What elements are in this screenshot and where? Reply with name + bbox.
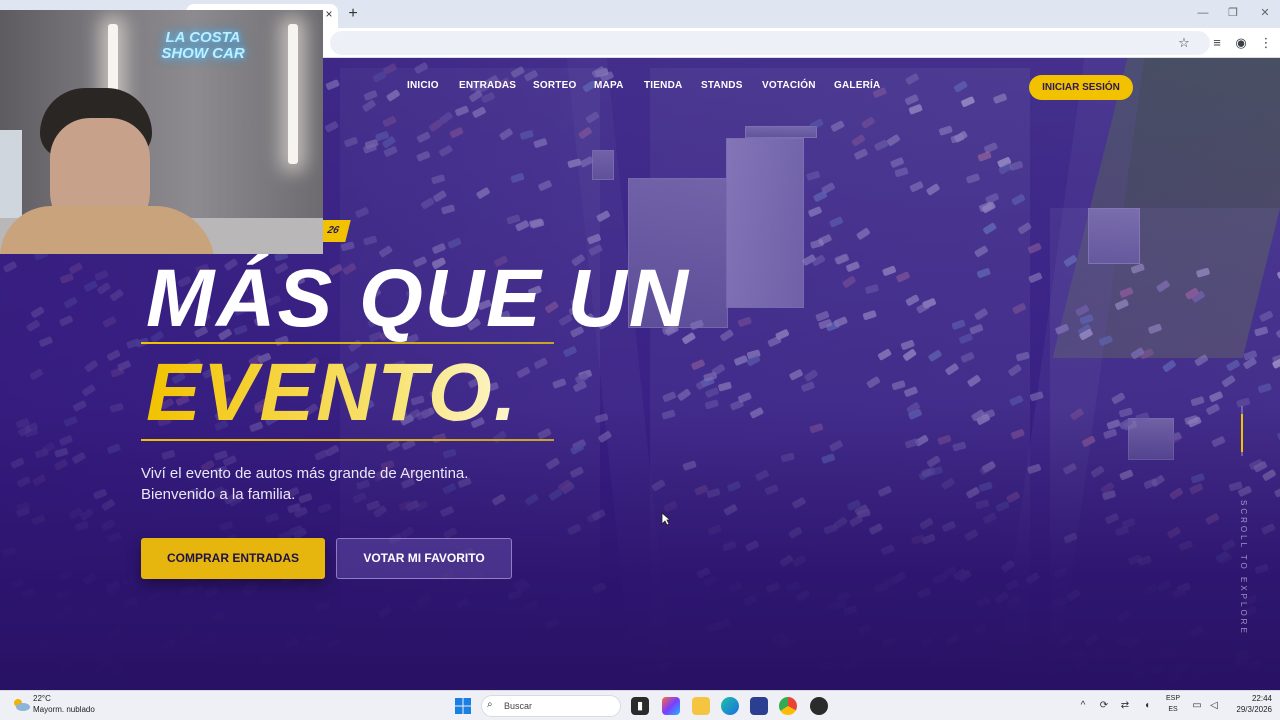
tray-chevron-icon[interactable]: ^	[1076, 699, 1090, 713]
buy-tickets-button[interactable]: COMPRAR ENTRADAS	[141, 538, 325, 579]
tray-display-icon[interactable]: ▭	[1190, 699, 1204, 713]
neon-sign-line-1: LA COSTA	[165, 29, 241, 46]
scroll-indicator-fill	[1241, 414, 1243, 452]
copilot-icon[interactable]	[662, 697, 680, 715]
nav-inicio[interactable]: INICIO	[407, 80, 441, 96]
nav-tienda[interactable]: TIENDA	[644, 80, 684, 96]
windows-start-icon[interactable]	[455, 698, 471, 714]
recording-app-icon[interactable]	[810, 697, 828, 715]
tray-mic-icon[interactable]: ◖	[1140, 699, 1154, 713]
store-icon[interactable]	[750, 697, 768, 715]
neon-sign: LA COSTA SHOW CAR	[148, 30, 258, 70]
minimize-icon[interactable]: —	[1196, 6, 1210, 20]
nav-galeria[interactable]: GALERÍA	[834, 80, 884, 96]
edge-browser-icon[interactable]	[721, 697, 739, 715]
clock-time[interactable]: 22:44	[1222, 694, 1272, 704]
bookmark-star-icon[interactable]: ☆	[1176, 35, 1192, 51]
subtitle-line-2: Bienvenido a la familia.	[141, 486, 296, 503]
media-control-icon[interactable]: ≡	[1209, 35, 1225, 51]
headline-underline-2	[141, 439, 554, 441]
windows-taskbar: 22°C Mayorm. nublado ⌕ Buscar ▮ ^ ⟳ ⇄ ◖ …	[0, 690, 1280, 720]
tray-sync-icon[interactable]: ⟳	[1097, 699, 1111, 713]
vote-favorite-button[interactable]: VOTAR MI FAVORITO	[336, 538, 512, 579]
close-window-icon[interactable]: ✕	[1258, 6, 1272, 20]
chrome-browser-icon[interactable]	[779, 697, 797, 715]
login-button[interactable]: INICIAR SESIÓN	[1029, 75, 1133, 100]
nav-entradas[interactable]: ENTRADAS	[459, 80, 516, 96]
task-view-icon[interactable]: ▮	[631, 697, 649, 715]
new-tab-button[interactable]: +	[344, 5, 362, 23]
nav-stands[interactable]: STANDS	[701, 80, 745, 96]
cloud-sun-icon[interactable]	[12, 698, 30, 712]
language-indicator-top[interactable]: ESP	[1163, 694, 1183, 704]
headline-underline-1	[141, 342, 554, 344]
subtitle-line-1: Viví el evento de autos más grande de Ar…	[141, 465, 469, 482]
clock-date[interactable]: 29/3/2026	[1222, 705, 1272, 715]
browser-menu-icon[interactable]: ⋮	[1258, 35, 1274, 51]
tab-close-icon[interactable]: ×	[322, 6, 336, 22]
headline-line-2: EVENTO.	[146, 350, 576, 436]
taskbar-search-label: Buscar	[504, 701, 533, 711]
nav-sorteo[interactable]: SORTEO	[533, 80, 577, 96]
search-icon: ⌕	[487, 699, 493, 710]
tray-volume-icon[interactable]: ◁	[1207, 699, 1221, 713]
file-explorer-icon[interactable]	[692, 697, 710, 715]
tray-network-icon[interactable]: ⇄	[1118, 699, 1132, 713]
address-bar[interactable]	[330, 31, 1210, 55]
nav-votacion[interactable]: VOTACIÓN	[762, 80, 818, 96]
profile-icon[interactable]: ◉	[1233, 35, 1249, 51]
neon-sign-line-2: SHOW CAR	[161, 45, 245, 62]
light-tube-icon	[288, 24, 298, 164]
weather-condition[interactable]: Mayorm. nublado	[33, 705, 113, 715]
person-body	[0, 206, 215, 254]
nav-mapa[interactable]: MAPA	[594, 80, 628, 96]
webcam-overlay: LA COSTA SHOW CAR	[0, 10, 323, 254]
language-indicator-bottom[interactable]: ES	[1163, 705, 1183, 715]
weather-temperature[interactable]: 22°C	[33, 694, 93, 704]
hero-subtitle: Viví el evento de autos más grande de Ar…	[141, 463, 561, 505]
fridge-shape	[0, 130, 22, 220]
headline-line-1: MÁS QUE UN	[146, 253, 690, 344]
restore-icon[interactable]: ❐	[1226, 6, 1240, 20]
scroll-hint: SCROLL TO EXPLORE	[1239, 500, 1248, 636]
